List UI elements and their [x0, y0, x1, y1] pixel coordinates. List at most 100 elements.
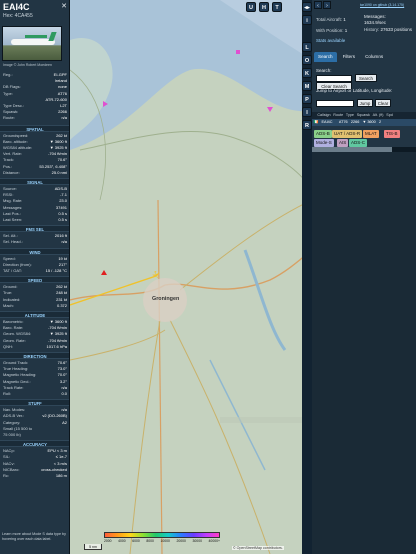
- section-title: SIGNAL: [0, 178, 69, 185]
- search-input[interactable]: [316, 75, 352, 82]
- source-badge-mlat: MLAT: [363, 130, 379, 138]
- table-row[interactable]: 🇮🇪 EAI4C AT76 2266 ▼ 3600 2: [312, 119, 416, 126]
- aircraft-table-header: Callsign Route Type Squawk Alt. (ft) Spd: [312, 112, 416, 119]
- map-scale: 5 nm: [84, 544, 102, 550]
- section-title: ACCURACY: [0, 440, 69, 448]
- tab-search[interactable]: Search: [314, 52, 337, 62]
- jump-input[interactable]: [316, 100, 354, 107]
- map-toggle-button-i[interactable]: I: [302, 107, 312, 117]
- column-header[interactable]: Squawk: [355, 112, 371, 119]
- section-title: WIND: [0, 247, 69, 255]
- map-layer-button-t[interactable]: T: [272, 2, 282, 12]
- close-icon[interactable]: ✕: [61, 2, 67, 10]
- table-cell: ▼ 3600: [362, 120, 376, 124]
- section-title: SPEED: [0, 276, 69, 284]
- nav-arrows-icon[interactable]: ◂▸: [302, 2, 312, 12]
- total-aircraft: Total Aircraft: 1: [316, 17, 346, 22]
- info-row: Mach: 0.372: [0, 303, 69, 309]
- info-row: Roll: 0.0: [0, 390, 69, 397]
- info-row: 75 000 lb): [0, 431, 69, 438]
- column-header[interactable]: Spd: [385, 112, 394, 119]
- stats-available[interactable]: Stats available: [316, 38, 345, 44]
- side-button-strip: ◂▸ i L O K M P I R: [302, 0, 312, 554]
- section-title: STUFF: [0, 399, 69, 407]
- map-attribution[interactable]: © OpenStreetMap contributors.: [232, 546, 284, 550]
- map-layer-button-u[interactable]: U: [246, 2, 256, 12]
- altitude-label: 10000: [160, 539, 170, 543]
- jump-label: Jump to Airport or Latitude, Longitude:: [316, 88, 393, 93]
- section-title: SPATIAL: [0, 124, 69, 132]
- info-key: Distance:: [3, 169, 20, 175]
- info-row: Distance: 25.0 nmi: [0, 169, 69, 176]
- info-value: n/a: [61, 239, 67, 245]
- section-fms-sel: FMS SEL Sel. Alt.: 2016 ft Sel. Head.: n/a: [0, 224, 69, 245]
- column-header[interactable]: Route: [332, 112, 345, 119]
- table-cell: 2266: [350, 120, 360, 124]
- map-toggle-button-k[interactable]: K: [302, 68, 312, 78]
- expand-sidebar-button[interactable]: ›: [323, 1, 331, 9]
- section-signal: SIGNAL Source: ADS-B RSSI: -7.1 Msg. Rate: 23.…: [0, 177, 69, 223]
- altitude-label: 20000: [176, 539, 186, 543]
- table-cell: 🇮🇪: [313, 120, 319, 124]
- section-title: FMS SEL: [0, 225, 69, 233]
- jump-button[interactable]: Jump: [357, 99, 373, 107]
- info-key: Route:: [3, 115, 15, 121]
- map-toggle-button-r[interactable]: R: [302, 120, 312, 130]
- column-header[interactable]: Callsign: [316, 112, 332, 119]
- tab-columns[interactable]: Columns: [361, 52, 387, 62]
- clear-jump-button[interactable]: Clear: [375, 99, 391, 107]
- map-toggle-button-m[interactable]: M: [302, 81, 312, 91]
- info-icon[interactable]: i: [302, 15, 312, 25]
- history: History: 27633 positions: [364, 27, 413, 32]
- tab-filters[interactable]: Filters: [339, 52, 360, 62]
- sidebar-empty-area: [312, 152, 416, 554]
- info-row: Rc: 186 m: [0, 472, 69, 479]
- altitude-label: 8000: [146, 539, 154, 543]
- info-row: Sel. Head.: n/a: [0, 239, 69, 245]
- version-link[interactable]: tar1090 on github (3.14.175): [360, 3, 404, 7]
- source-badge-mode-s: Mode-S: [314, 139, 334, 147]
- source-badge-ads-c: ADS-C: [349, 139, 368, 147]
- info-value: 15 / -128 °C: [45, 267, 67, 273]
- section-title: DIRECTION: [0, 352, 69, 359]
- info-key: Reg.:: [3, 72, 13, 77]
- map-canvas[interactable]: [70, 0, 312, 554]
- source-badge-tis-b: TIS-B: [384, 130, 400, 138]
- info-value: 25.0 nmi: [51, 169, 67, 175]
- map-toggle-button-p[interactable]: P: [302, 94, 312, 104]
- map-toggle-button-l[interactable]: L: [302, 42, 312, 52]
- with-position: With Position: 1: [316, 28, 348, 33]
- table-cell: EAI4C: [321, 120, 333, 124]
- info-row: Last Seen: 0.5 s: [0, 216, 69, 223]
- altitude-label: 2000: [104, 539, 112, 543]
- map-layer-button-h[interactable]: H: [259, 2, 269, 12]
- aircraft-info-panel: EAI4C Hex: 4CA455 ✕ Image © John Robert …: [0, 0, 70, 554]
- info-value: n/a: [61, 115, 67, 121]
- search-button[interactable]: Search: [355, 74, 377, 82]
- source-badge-ads-b: ADS-B: [314, 130, 332, 138]
- map-toggle-button-o[interactable]: O: [302, 55, 312, 65]
- aircraft-photo[interactable]: [2, 26, 62, 61]
- info-key: Rc:: [3, 472, 9, 478]
- table-cell: 2: [378, 120, 382, 124]
- basic-info: Reg.: EI-GPF Ireland DB Flags: none Type: AT76…: [0, 72, 69, 122]
- info-value: 0.0: [61, 390, 67, 396]
- info-key: Last Seen:: [3, 216, 23, 222]
- section-stuff: STUFF Nav. Modes: n/a ADS-B Ver.: v2 (DO-260…: [0, 398, 69, 438]
- column-header[interactable]: Alt. (ft): [371, 112, 385, 119]
- map[interactable]: ✈ Groningen UHT + −: [70, 0, 312, 554]
- info-row: QNH: 1017.6 hPa: [0, 343, 69, 350]
- table-cell: AT76: [338, 120, 348, 124]
- altitude-label: 4000: [118, 539, 126, 543]
- photo-credit: Image © John Robert Moedeen: [3, 63, 52, 67]
- source-badge-uat-ads-r: UAT / ADS-R: [332, 130, 363, 138]
- search-label: Search:: [316, 68, 332, 73]
- info-key: 75 000 lb): [3, 431, 21, 437]
- section-title: ALTITUDE: [0, 311, 69, 318]
- collapse-sidebar-button[interactable]: ‹: [314, 1, 322, 9]
- info-value: A2: [62, 419, 67, 425]
- info-key: Type:: [3, 90, 13, 96]
- info-key: QNH:: [3, 343, 13, 349]
- messages-rate: 1634.9/sec: [364, 20, 387, 25]
- column-header[interactable]: Type: [345, 112, 356, 119]
